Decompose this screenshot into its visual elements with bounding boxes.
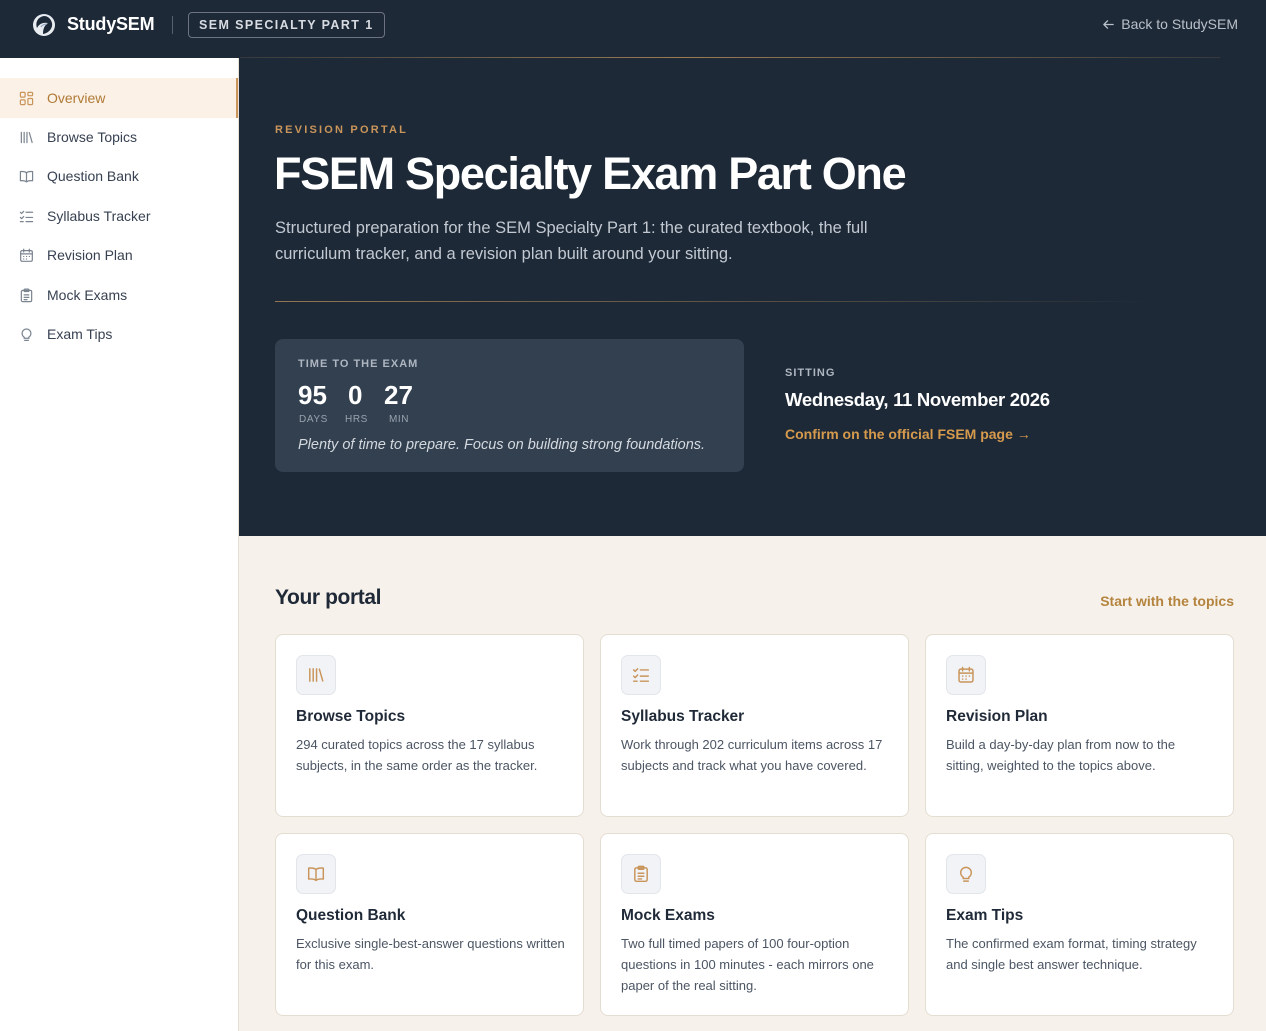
hero-eyebrow: REVISION PORTAL (275, 124, 409, 136)
book-open-icon (307, 867, 325, 882)
sitting-date: Wednesday, 11 November 2026 (785, 389, 1050, 410)
card-syllabus-tracker[interactable]: Syllabus Tracker Work through 202 curric… (600, 634, 909, 817)
back-to-studysem-link[interactable]: Back to StudySEM (1102, 16, 1238, 32)
card-icon-box (946, 854, 986, 894)
card-title: Revision Plan (946, 708, 1048, 725)
card-icon-box (621, 854, 661, 894)
countdown-minutes: 27 (384, 380, 413, 410)
card-title: Exam Tips (946, 907, 1024, 924)
sidebar-item-label: Revision Plan (47, 247, 133, 263)
countdown-message: Plenty of time to prepare. Focus on buil… (298, 437, 706, 453)
sidebar-item-question-bank[interactable]: Question Bank (0, 156, 238, 196)
clipboard-icon (634, 865, 648, 883)
confirm-official-page-link[interactable]: Confirm on the official FSEM page → (785, 426, 1031, 442)
card-title: Question Bank (296, 907, 406, 924)
studysem-logo-icon[interactable] (32, 13, 56, 37)
sidebar-item-syllabus-tracker[interactable]: Syllabus Tracker (0, 196, 238, 236)
sidebar-item-label: Overview (47, 90, 106, 106)
card-icon-box (296, 854, 336, 894)
start-with-topics-link[interactable]: Start with the topics (1100, 593, 1234, 609)
exam-badge: SEM SPECIALTY PART 1 (188, 12, 385, 38)
top-bar: StudySEM SEM SPECIALTY PART 1 Back to St… (0, 0, 1266, 58)
card-title: Syllabus Tracker (621, 708, 745, 725)
checklist-icon (19, 210, 34, 222)
countdown-hours-unit: HRS (345, 414, 368, 425)
calendar-icon (958, 666, 974, 683)
hero-divider (275, 301, 1155, 302)
countdown-label: TIME TO THE EXAM (298, 358, 419, 370)
sidebar-item-label: Syllabus Tracker (47, 208, 151, 224)
sidebar-item-overview[interactable]: Overview (0, 78, 238, 118)
library-icon (309, 668, 324, 682)
card-revision-plan[interactable]: Revision Plan Build a day-by-day plan fr… (925, 634, 1234, 817)
countdown-hours: 0 (348, 380, 363, 410)
card-icon-box (946, 655, 986, 695)
arrow-left-icon (1103, 19, 1115, 29)
sidebar-item-browse-topics[interactable]: Browse Topics (0, 117, 238, 157)
card-mock-exams[interactable]: Mock Exams Two full timed papers of 100 … (600, 833, 909, 1016)
lightbulb-icon (959, 866, 973, 882)
sidebar-item-label: Question Bank (47, 168, 139, 184)
clipboard-icon (20, 288, 33, 302)
card-description: Build a day-by-day plan from now to the … (946, 737, 1176, 773)
card-description: Two full timed papers of 100 four-option… (621, 936, 874, 993)
card-icon-box (621, 655, 661, 695)
sitting-label: SITTING (785, 367, 836, 379)
card-description: 294 curated topics across the 17 syllabu… (296, 737, 538, 773)
card-description: The confirmed exam format, timing strate… (946, 936, 1197, 972)
countdown-days: 95 (298, 380, 327, 410)
lightbulb-icon (21, 327, 32, 341)
countdown-minutes-unit: MIN (389, 414, 410, 425)
sidebar: Overview Browse Topics Question Bank Syl… (0, 58, 239, 1031)
card-exam-tips[interactable]: Exam Tips The confirmed exam format, tim… (925, 833, 1234, 1016)
sidebar-item-label: Mock Exams (47, 287, 128, 303)
calendar-icon (20, 248, 33, 262)
card-icon-box (296, 655, 336, 695)
card-title: Browse Topics (296, 708, 406, 725)
countdown-card: TIME TO THE EXAM 95 DAYS 0 HRS 27 MIN Pl… (275, 339, 744, 472)
sidebar-item-exam-tips[interactable]: Exam Tips (0, 314, 238, 354)
portal-heading: Your portal (275, 586, 382, 609)
brand-name[interactable]: StudySEM (67, 14, 155, 35)
sidebar-item-mock-exams[interactable]: Mock Exams (0, 275, 238, 315)
card-description: Exclusive single-best-answer questions w… (296, 936, 565, 972)
grid-icon (19, 91, 34, 105)
countdown-days-unit: DAYS (299, 414, 328, 425)
back-link-label: Back to StudySEM (1121, 16, 1238, 32)
card-question-bank[interactable]: Question Bank Exclusive single-best-answ… (275, 833, 584, 1016)
library-icon (20, 131, 33, 143)
checklist-icon (632, 668, 650, 682)
brand-divider (172, 16, 173, 34)
hero-section: REVISION PORTAL FSEM Specialty Exam Part… (239, 58, 1266, 536)
sidebar-item-revision-plan[interactable]: Revision Plan (0, 235, 238, 275)
sidebar-item-label: Browse Topics (47, 129, 138, 145)
hero-subtitle: Structured preparation for the SEM Speci… (275, 219, 868, 263)
card-browse-topics[interactable]: Browse Topics 294 curated topics across … (275, 634, 584, 817)
page-title: FSEM Specialty Exam Part One (274, 148, 907, 199)
card-description: Work through 202 curriculum items across… (621, 737, 883, 773)
sidebar-item-label: Exam Tips (47, 326, 113, 342)
book-open-icon (19, 170, 34, 182)
card-title: Mock Exams (621, 907, 715, 924)
